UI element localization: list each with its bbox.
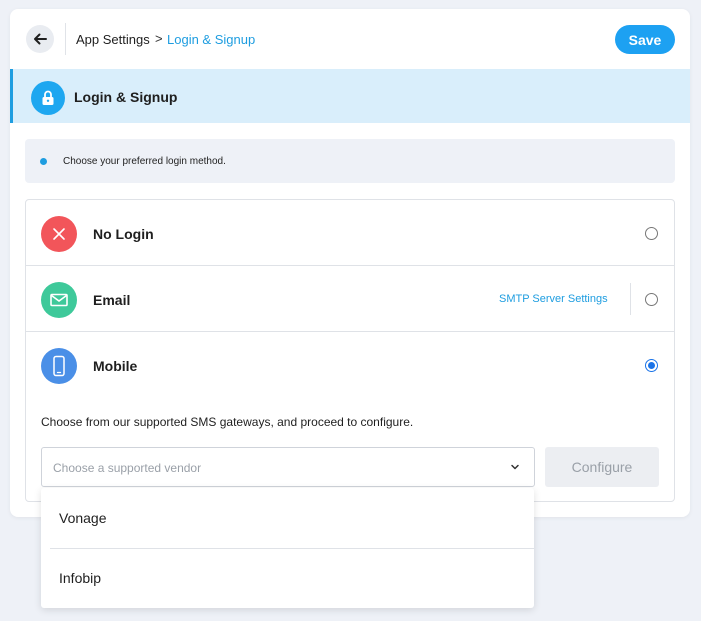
settings-card: App Settings > Login & Signup Save Login…: [10, 9, 690, 517]
section-title: Login & Signup: [74, 89, 178, 105]
info-text: Choose your preferred login method.: [63, 156, 226, 167]
dropdown-item-label: Infobip: [59, 570, 102, 586]
breadcrumb-separator: >: [155, 31, 163, 46]
vendor-select[interactable]: Choose a supported vendor: [41, 447, 535, 487]
info-dot-icon: [40, 158, 47, 165]
breadcrumb-app-settings[interactable]: App Settings: [76, 32, 150, 47]
mail-icon: [41, 282, 77, 318]
login-options: No Login Email SMTP Server Settings Mobi…: [25, 199, 675, 502]
back-button[interactable]: [26, 25, 54, 53]
option-no-login[interactable]: No Login: [26, 200, 674, 266]
breadcrumb-current[interactable]: Login & Signup: [167, 32, 255, 47]
option-label: Email: [93, 292, 131, 308]
header-divider: [65, 23, 66, 55]
radio-no-login[interactable]: [645, 227, 658, 240]
section-banner: Login & Signup: [10, 69, 690, 123]
option-email[interactable]: Email SMTP Server Settings: [26, 266, 674, 332]
divider: [630, 283, 631, 315]
chevron-down-icon: [511, 464, 519, 470]
option-label: No Login: [93, 226, 154, 242]
header: App Settings > Login & Signup Save: [10, 9, 690, 69]
info-box: Choose your preferred login method.: [25, 139, 675, 183]
close-icon: [41, 216, 77, 252]
arrow-left-icon: [34, 33, 47, 45]
dropdown-item-vonage[interactable]: Vonage: [41, 488, 534, 548]
dropdown-item-infobip[interactable]: Infobip: [41, 548, 534, 608]
vendor-dropdown: Vonage Infobip: [41, 488, 534, 608]
gateway-text: Choose from our supported SMS gateways, …: [41, 415, 414, 429]
mobile-config: Choose from our supported SMS gateways, …: [26, 332, 674, 502]
lock-icon: [31, 81, 65, 115]
smtp-server-settings-link[interactable]: SMTP Server Settings: [499, 293, 608, 305]
vendor-placeholder: Choose a supported vendor: [53, 461, 202, 475]
configure-button[interactable]: Configure: [545, 447, 659, 487]
radio-email[interactable]: [645, 293, 658, 306]
save-button[interactable]: Save: [615, 25, 675, 54]
dropdown-item-label: Vonage: [59, 510, 107, 526]
